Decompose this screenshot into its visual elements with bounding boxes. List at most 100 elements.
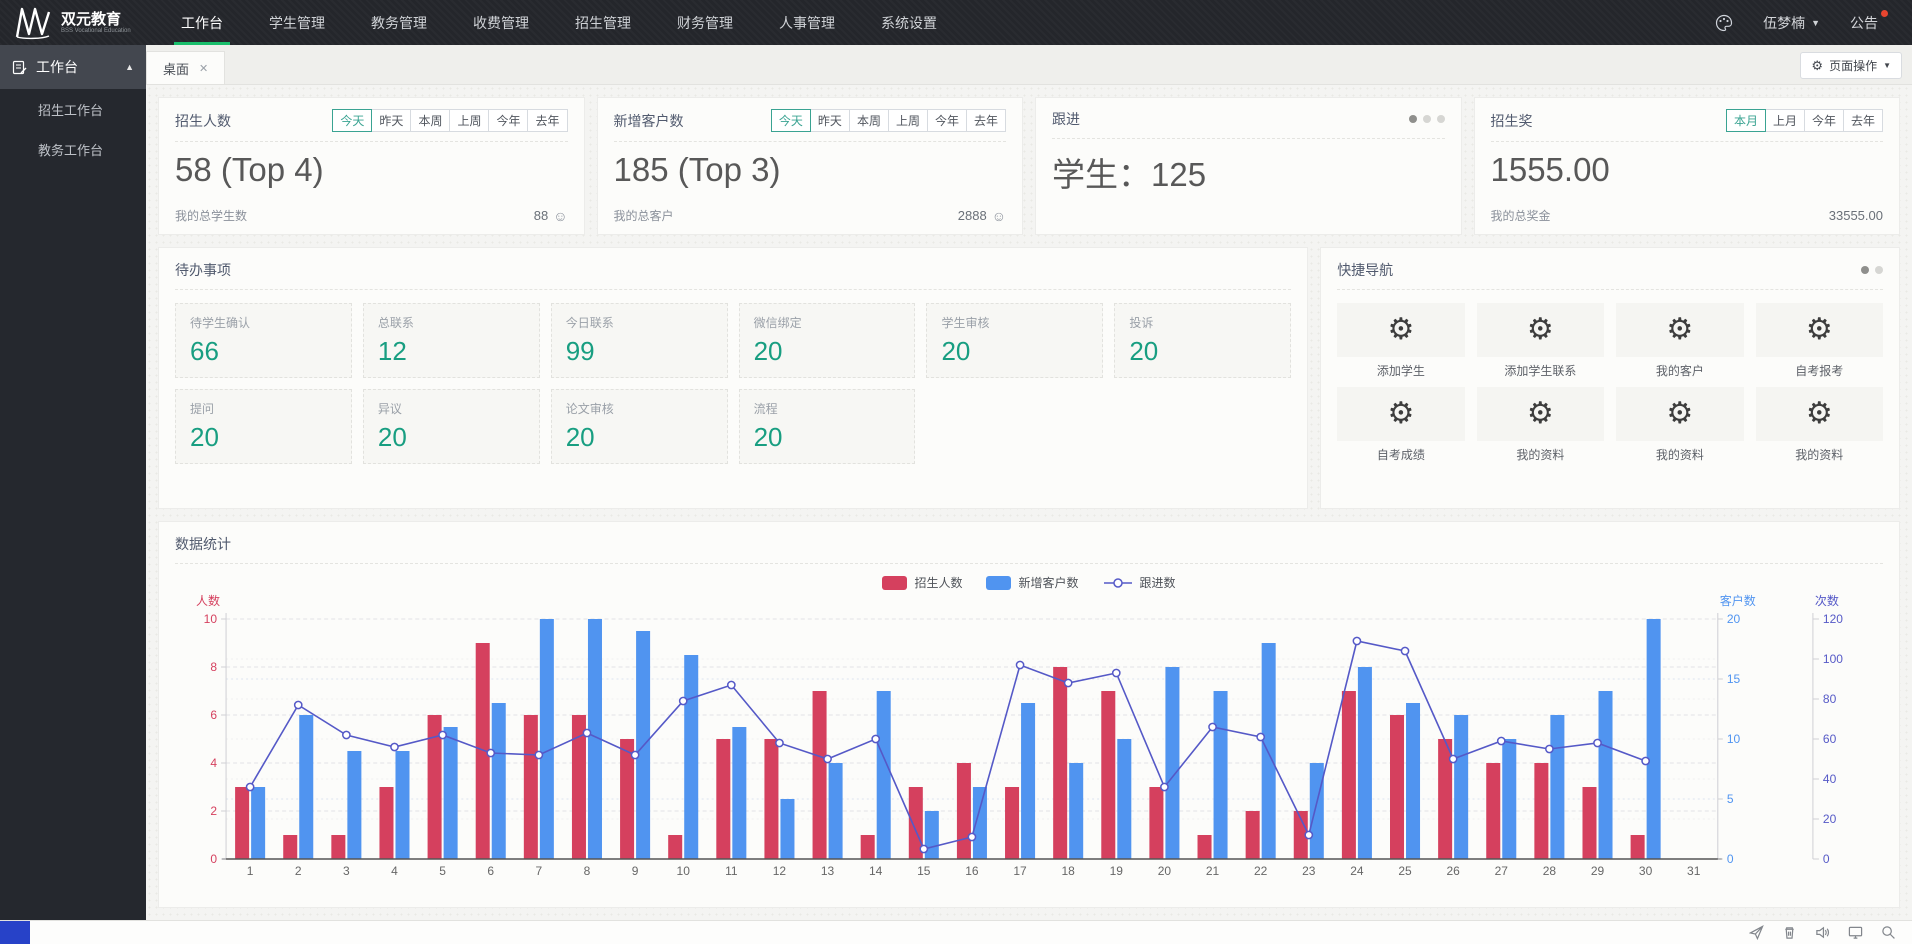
todo-item-待学生确认[interactable]: 待学生确认66: [175, 303, 352, 378]
svg-text:0: 0: [1727, 852, 1734, 866]
filter-chip-今年[interactable]: 今年: [927, 109, 967, 132]
sidebar-collapse-button[interactable]: [0, 921, 30, 944]
tab-desktop[interactable]: 桌面 ✕: [146, 51, 225, 84]
todo-item-label: 学生审核: [941, 314, 1088, 331]
quick-nav-tile: ⚙: [1756, 303, 1883, 357]
sidebar-spacer: [0, 169, 146, 920]
filter-chip-今天[interactable]: 今天: [771, 109, 811, 132]
logo-name: 双元教育: [61, 11, 131, 28]
filter-chip-今天[interactable]: 今天: [332, 109, 372, 132]
todo-item-今日联系[interactable]: 今日联系 99: [551, 303, 728, 378]
svg-text:7: 7: [535, 864, 542, 878]
chart-legend: 招生人数 新增客户数 跟进数: [175, 574, 1883, 591]
todo-item-count: 99: [566, 336, 713, 367]
filter-chip-去年[interactable]: 去年: [1843, 109, 1883, 132]
app-logo[interactable]: 双元教育 BSS Vocational Education: [0, 6, 158, 40]
nav-item-学生管理[interactable]: 学生管理: [246, 0, 348, 45]
filter-chip-去年[interactable]: 去年: [527, 109, 567, 132]
svg-text:60: 60: [1823, 732, 1837, 746]
legend-item-招生人数[interactable]: 招生人数: [882, 574, 962, 591]
filter-chip-去年[interactable]: 去年: [966, 109, 1006, 132]
carousel-dots: [1861, 266, 1883, 274]
quick-nav-item-添加学生联系[interactable]: ⚙添加学生联系: [1477, 303, 1604, 379]
quick-nav-item-我的资料[interactable]: ⚙我的资料: [1477, 387, 1604, 463]
nav-item-财务管理[interactable]: 财务管理: [654, 0, 756, 45]
gear-icon: ⚙: [1527, 399, 1554, 429]
todo-item-投诉[interactable]: 投诉20: [1114, 303, 1291, 378]
legend-item-跟进数[interactable]: 跟进数: [1103, 574, 1176, 591]
user-menu[interactable]: 伍梦楠 ▼: [1763, 13, 1820, 33]
filter-chip-本月[interactable]: 本月: [1726, 109, 1766, 132]
svg-text:人数: 人数: [196, 593, 220, 608]
carousel-dot[interactable]: [1875, 266, 1883, 274]
send-icon[interactable]: [1749, 925, 1764, 940]
nav-item-教务管理[interactable]: 教务管理: [348, 0, 450, 45]
nav-item-工作台[interactable]: 工作台: [158, 0, 246, 45]
quick-nav-tile: ⚙: [1616, 387, 1743, 441]
quick-nav-label: 我的资料: [1756, 446, 1883, 463]
announcement-button[interactable]: 公告: [1850, 13, 1886, 33]
todo-item-label: 提问: [190, 400, 337, 417]
svg-text:30: 30: [1639, 864, 1653, 878]
search-icon[interactable]: [1881, 925, 1896, 940]
legend-item-新增客户数[interactable]: 新增客户数: [986, 574, 1078, 591]
volume-icon[interactable]: [1815, 925, 1830, 940]
carousel-dot[interactable]: [1861, 266, 1869, 274]
sidebar-item-招生工作台[interactable]: 招生工作台: [0, 89, 146, 129]
card-follow-up: 跟进 学生：125: [1035, 97, 1462, 235]
carousel-dot[interactable]: [1437, 115, 1445, 123]
carousel-dot[interactable]: [1423, 115, 1431, 123]
svg-text:5: 5: [1727, 792, 1734, 806]
svg-text:5: 5: [439, 864, 446, 878]
svg-text:13: 13: [821, 864, 835, 878]
todo-item-异议[interactable]: 异议20: [363, 389, 540, 464]
quick-nav-item-我的资料[interactable]: ⚙ 我的资料: [1756, 387, 1883, 463]
svg-text:19: 19: [1110, 864, 1124, 878]
tab-label: 桌面: [163, 59, 189, 78]
trash-icon[interactable]: [1782, 925, 1797, 940]
filter-chip-上周[interactable]: 上周: [888, 109, 928, 132]
todo-item-微信绑定[interactable]: 微信绑定20: [739, 303, 916, 378]
card-value: 1555.00: [1491, 151, 1884, 189]
todo-grid: 待学生确认66总联系12 今日联系 99 微信绑定20学生审核20投诉20 提问20异议…: [175, 303, 1291, 464]
svg-text:4: 4: [210, 756, 217, 770]
filter-chip-昨天[interactable]: 昨天: [810, 109, 850, 132]
todo-item-提问[interactable]: 提问20: [175, 389, 352, 464]
filter-chip-上周[interactable]: 上周: [449, 109, 489, 132]
quick-nav-item-我的资料[interactable]: ⚙我的资料: [1616, 387, 1743, 463]
sidebar-item-教务工作台[interactable]: 教务工作台: [0, 129, 146, 169]
filter-chip-本周[interactable]: 本周: [410, 109, 450, 132]
close-icon[interactable]: ✕: [199, 62, 208, 75]
card-title: 招生奖: [1491, 111, 1533, 131]
page-actions-button[interactable]: ⚙ 页面操作 ▼: [1800, 52, 1902, 79]
todo-item-流程[interactable]: 流程20: [739, 389, 916, 464]
quick-nav-item-添加学生[interactable]: ⚙添加学生: [1337, 303, 1464, 379]
todo-item-label: 流程: [754, 400, 901, 417]
todo-item-总联系[interactable]: 总联系12: [363, 303, 540, 378]
filter-chip-今年[interactable]: 今年: [488, 109, 528, 132]
sidebar-item-workbench[interactable]: 工作台 ▲: [0, 45, 146, 89]
nav-item-人事管理[interactable]: 人事管理: [756, 0, 858, 45]
todo-item-label: 今日联系: [566, 314, 713, 331]
filter-chip-上月[interactable]: 上月: [1765, 109, 1805, 132]
carousel-dot[interactable]: [1409, 115, 1417, 123]
filter-chip-今年[interactable]: 今年: [1804, 109, 1844, 132]
quick-nav-tile: ⚙: [1756, 387, 1883, 441]
filter-chip-昨天[interactable]: 昨天: [371, 109, 411, 132]
nav-item-系统设置[interactable]: 系统设置: [858, 0, 960, 45]
filter-chip-本周[interactable]: 本周: [849, 109, 889, 132]
nav-item-招生管理[interactable]: 招生管理: [552, 0, 654, 45]
todo-item-论文审核[interactable]: 论文审核20: [551, 389, 728, 464]
quick-nav-item-自考报考[interactable]: ⚙自考报考: [1756, 303, 1883, 379]
todo-item-学生审核[interactable]: 学生审核20: [926, 303, 1103, 378]
svg-text:0: 0: [1823, 852, 1830, 866]
quick-nav-item-我的客户[interactable]: ⚙我的客户: [1616, 303, 1743, 379]
monitor-icon[interactable]: [1848, 925, 1863, 940]
theme-palette-icon[interactable]: [1715, 14, 1733, 32]
svg-text:20: 20: [1158, 864, 1172, 878]
todo-item-label: 论文审核: [566, 400, 713, 417]
svg-text:25: 25: [1398, 864, 1412, 878]
nav-item-收费管理[interactable]: 收费管理: [450, 0, 552, 45]
quick-nav-item-自考成绩[interactable]: ⚙自考成绩: [1337, 387, 1464, 463]
svg-text:2: 2: [210, 804, 217, 818]
